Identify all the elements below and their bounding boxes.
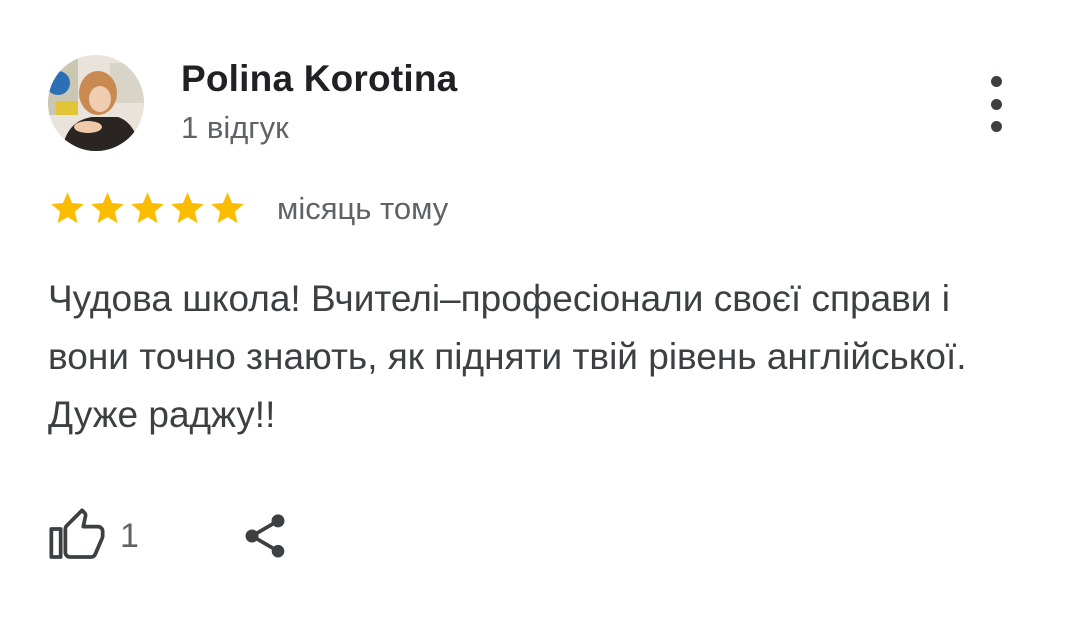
author-name[interactable]: Polina Korotina [181, 58, 457, 100]
like-count: 1 [120, 516, 139, 555]
thumb-up-icon [49, 508, 105, 559]
star-icon [171, 192, 204, 224]
star-icon [131, 192, 164, 224]
star-icon [91, 192, 124, 224]
review-text: Чудова школа! Вчителі–професіонали своєї… [48, 278, 967, 435]
more-options-button[interactable] [976, 76, 1016, 132]
more-vert-icon [990, 76, 1002, 87]
like-button[interactable]: 1 [48, 508, 139, 564]
avatar-photo [48, 55, 144, 151]
share-icon[interactable] [239, 508, 291, 564]
review-time: місяць тому [277, 191, 449, 226]
star-icon [51, 192, 84, 224]
more-vert-icon-dot [990, 98, 1002, 110]
star-icon [211, 192, 244, 224]
more-vert-icon-dot [990, 121, 1002, 132]
author-review-count: 1 відгук [181, 110, 289, 145]
review-actions: 1 [48, 508, 291, 564]
star-rating [48, 189, 247, 228]
author-avatar[interactable] [48, 55, 144, 151]
